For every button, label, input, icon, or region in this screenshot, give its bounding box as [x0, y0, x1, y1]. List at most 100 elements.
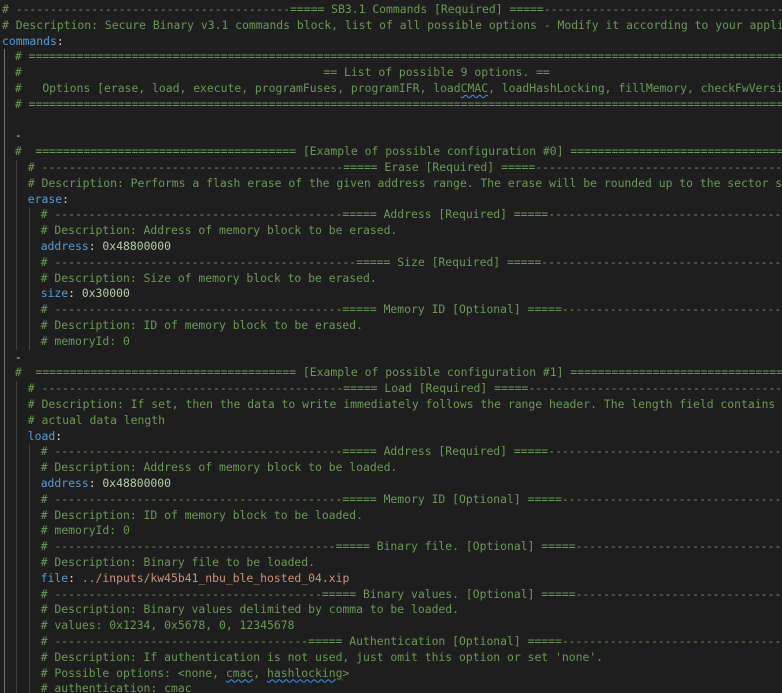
- code-line[interactable]: # --------------------------------------…: [0, 491, 782, 508]
- code-line[interactable]: file: ../inputs/kw45b41_nbu_ble_hosted_0…: [0, 570, 782, 587]
- code-line[interactable]: # ======================================…: [0, 96, 782, 113]
- code-line[interactable]: -: [0, 128, 782, 145]
- code-line[interactable]: # Options [erase, load, execute, program…: [0, 81, 782, 97]
- code-text: commands:: [2, 34, 64, 50]
- indent-guide: [3, 191, 5, 208]
- code-line[interactable]: # Description: Address of memory block t…: [0, 460, 782, 476]
- code-editor[interactable]: # --------------------------------------…: [0, 0, 782, 693]
- code-text: # Description: Address of memory block t…: [41, 223, 398, 239]
- yaml-comment: # --------------------------------------…: [40, 539, 782, 554]
- indent-guide: [3, 491, 5, 508]
- indent-guide: [29, 602, 31, 619]
- code-line[interactable]: # actual data length: [0, 412, 782, 429]
- code-line[interactable]: # --------------------------------------…: [0, 160, 782, 176]
- code-line[interactable]: # Description: ID of memory block to be …: [0, 507, 782, 524]
- code-line[interactable]: # --------------------------------------…: [0, 539, 782, 555]
- indent-guide: [16, 476, 18, 492]
- code-line[interactable]: # memoryId: 0: [0, 523, 782, 540]
- indent-guide: [16, 665, 18, 682]
- indent-guide: [3, 254, 5, 271]
- yaml-comment: , loadHashLocking, fillMemory, checkFwVe…: [488, 81, 782, 95]
- code-text: # == List of possible 9 options. ==: [15, 65, 550, 81]
- yaml-comment: # == List of possible 9 options. ==: [14, 65, 550, 80]
- indent-guide: [3, 239, 5, 255]
- code-line[interactable]: # --------------------------------------…: [0, 207, 782, 224]
- code-line[interactable]: # Description: ID of memory block to be …: [0, 318, 782, 334]
- indent-guide: [16, 270, 18, 287]
- code-line[interactable]: # Description: If set, then the data to …: [0, 397, 782, 413]
- code-line[interactable]: # Description: Address of memory block t…: [0, 223, 782, 239]
- indent-guide: [3, 602, 5, 619]
- yaml-comment: # --------------------------------------…: [40, 254, 782, 269]
- yaml-comment: # Description: If set, then the data to …: [27, 397, 782, 411]
- code-text: # memoryId: 0: [41, 523, 130, 539]
- indent-guide: [3, 365, 5, 382]
- indent-guide: [29, 318, 31, 334]
- code-text: # Description: Binary file to be loaded.: [41, 555, 315, 571]
- code-line[interactable]: # --------------------------------------…: [0, 254, 782, 271]
- yaml-comment: # Description: Size of memory block to b…: [40, 270, 377, 285]
- yaml-comment: # authentication:: [40, 681, 165, 693]
- code-line[interactable]: load:: [0, 428, 782, 445]
- yaml-token: ../inputs/kw45b41_nbu_ble_hosted_04.xip: [81, 570, 350, 585]
- indent-guide: [3, 428, 5, 445]
- code-line[interactable]: size: 0x30000: [0, 286, 782, 303]
- code-line[interactable]: # Description: Binary values delimited b…: [0, 602, 782, 619]
- indent-guide: [3, 302, 5, 318]
- code-line[interactable]: # Description: Size of memory block to b…: [0, 270, 782, 287]
- indent-guide: [16, 318, 18, 334]
- yaml-token: :: [56, 33, 64, 48]
- code-line[interactable]: # ======================================…: [0, 365, 782, 382]
- indent-guide: [3, 444, 5, 461]
- code-line[interactable]: address: 0x48800000: [0, 239, 782, 255]
- code-line[interactable]: # ======================================…: [0, 144, 782, 160]
- code-line[interactable]: # ======================================…: [0, 49, 782, 66]
- yaml-comment: # memoryId: 0: [40, 333, 130, 348]
- code-text: # actual data length: [28, 413, 165, 429]
- code-line[interactable]: # Description: Binary file to be loaded.: [0, 555, 782, 571]
- code-line[interactable]: erase:: [0, 191, 782, 208]
- code-line[interactable]: commands:: [0, 34, 782, 50]
- code-line[interactable]: # Description: If authentication is not …: [0, 649, 782, 666]
- indent-guide: [29, 476, 31, 492]
- code-line[interactable]: address: 0x48800000: [0, 476, 782, 492]
- code-line[interactable]: # authentication: cmac: [0, 681, 782, 693]
- code-line[interactable]: # --------------------------------------…: [0, 302, 782, 318]
- code-line[interactable]: # Possible options: <none, cmac, hashloc…: [0, 665, 782, 682]
- code-text: # Description: Binary values delimited b…: [41, 602, 459, 618]
- indent-guide: [29, 634, 31, 650]
- yaml-key: size: [40, 286, 69, 301]
- indent-guide: [16, 555, 18, 571]
- code-line[interactable]: # Description: Performs a flash erase of…: [0, 175, 782, 192]
- indent-guide: [16, 381, 18, 397]
- code-line[interactable]: # memoryId: 0: [0, 333, 782, 350]
- code-line[interactable]: # == List of possible 9 options. ==: [0, 65, 782, 81]
- code-line[interactable]: # values: 0x1234, 0x5678, 0, 12345678: [0, 618, 782, 634]
- yaml-comment: # --------------------------------------…: [27, 160, 782, 174]
- code-text: # Description: Size of memory block to b…: [41, 271, 377, 287]
- code-line[interactable]: # --------------------------------------…: [0, 586, 782, 603]
- yaml-key: address: [40, 239, 89, 253]
- code-line[interactable]: # Description: Secure Binary v3.1 comman…: [0, 18, 782, 34]
- code-text: # --------------------------------------…: [28, 160, 782, 176]
- indent-guide: [16, 634, 18, 650]
- code-line[interactable]: [0, 112, 782, 129]
- indent-guide: [3, 128, 5, 145]
- indent-guide: [16, 523, 18, 540]
- yaml-comment: # memoryId: 0: [40, 523, 130, 538]
- yaml-comment: # --------------------------------------…: [40, 207, 782, 222]
- indent-guide: [16, 444, 18, 461]
- indent-guide: [3, 270, 5, 287]
- code-line[interactable]: # --------------------------------------…: [0, 2, 782, 18]
- code-line[interactable]: # -------------------------------------=…: [0, 634, 782, 650]
- yaml-comment: # --------------------------------------…: [40, 302, 782, 317]
- indent-guide: [16, 602, 18, 619]
- code-line[interactable]: # --------------------------------------…: [0, 444, 782, 461]
- indent-guide: [29, 286, 31, 303]
- code-line[interactable]: -: [0, 349, 782, 366]
- yaml-comment: cmac: [225, 665, 254, 680]
- code-line[interactable]: # --------------------------------------…: [0, 381, 782, 397]
- indent-guide: [16, 618, 18, 634]
- indent-guide: [29, 570, 31, 587]
- indent-guide: [16, 207, 18, 224]
